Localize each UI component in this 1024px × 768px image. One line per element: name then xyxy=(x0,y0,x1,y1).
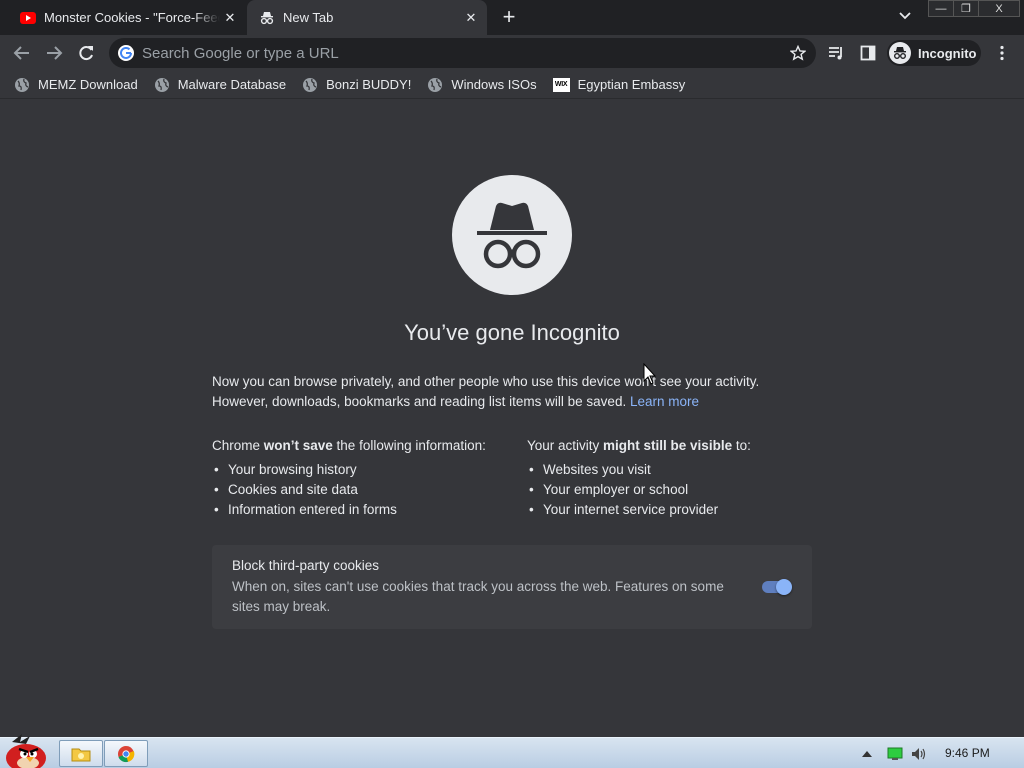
forward-button[interactable] xyxy=(41,40,67,66)
bookmark-label: MEMZ Download xyxy=(38,77,138,92)
side-panel-icon[interactable] xyxy=(857,42,879,64)
globe-icon xyxy=(15,77,29,92)
wont-save-column: Chrome won’t save the following informat… xyxy=(212,436,512,520)
wix-icon: WIX xyxy=(552,77,570,92)
still-visible-column: Your activity might still be visible to:… xyxy=(527,436,827,520)
bookmark-egyptian-embassy[interactable]: WIX Egyptian Embassy xyxy=(552,77,686,92)
bookmark-label: Windows ISOs xyxy=(451,77,537,92)
intro-line-1: Now you can browse privately, and other … xyxy=(212,374,760,389)
globe-icon xyxy=(154,77,169,92)
bookmark-windows-isos[interactable]: Windows ISOs xyxy=(427,77,537,93)
bookmark-malware-database[interactable]: Malware Database xyxy=(154,77,286,93)
menu-kebab-icon[interactable] xyxy=(991,42,1013,64)
incognito-new-tab-page: You’ve gone Incognito Now you can browse… xyxy=(0,100,1024,737)
tab-title: Monster Cookies - "Force-Feed xyxy=(44,10,220,25)
heading-part: Your activity xyxy=(527,438,604,453)
bookmark-bonzi-buddy[interactable]: Bonzi BUDDY! xyxy=(302,77,411,93)
taskbar-clock[interactable]: 9:46 PM xyxy=(945,746,990,760)
new-tab-button[interactable]: + xyxy=(498,6,520,28)
google-icon xyxy=(118,45,134,61)
bookmark-star-icon[interactable] xyxy=(784,39,812,67)
volume-icon[interactable] xyxy=(911,747,927,761)
profile-label: Incognito xyxy=(918,45,977,61)
forward-arrow-icon xyxy=(47,46,63,60)
list-item: Information entered in forms xyxy=(212,500,512,520)
cookie-card-title: Block third-party cookies xyxy=(232,558,380,573)
folder-icon xyxy=(71,748,91,761)
list-item: Cookies and site data xyxy=(212,480,512,500)
bookmark-label: Egyptian Embassy xyxy=(577,77,686,92)
bookmark-memz-download[interactable]: MEMZ Download xyxy=(14,77,138,93)
taskbar-chrome-button[interactable] xyxy=(104,740,148,767)
tab-title: New Tab xyxy=(283,10,334,25)
minimize-button[interactable]: — xyxy=(928,0,954,17)
third-party-cookies-card: Block third-party cookies When on, sites… xyxy=(212,545,812,629)
heading-part: Chrome xyxy=(212,438,264,453)
browser-toolbar: Incognito xyxy=(0,35,1024,71)
heading-bold: might still be visible xyxy=(603,438,733,453)
taskbar-explorer-button[interactable] xyxy=(59,740,103,767)
learn-more-link[interactable]: Learn more xyxy=(630,394,699,409)
still-visible-heading: Your activity might still be visible to: xyxy=(527,436,827,456)
heading-bold: won’t save xyxy=(263,438,333,453)
toggle-knob xyxy=(776,579,792,595)
mouse-cursor-icon xyxy=(643,363,657,385)
incognito-logo-icon xyxy=(452,175,572,295)
network-icon[interactable] xyxy=(887,747,903,761)
taskbar: 9:46 PM xyxy=(0,734,1024,768)
tab-new-tab[interactable]: New Tab ✕ xyxy=(247,0,487,35)
system-tray xyxy=(855,738,1024,768)
page-title: You’ve gone Incognito xyxy=(404,320,620,345)
list-item: Websites you visit xyxy=(527,460,827,480)
list-item: Your employer or school xyxy=(527,480,827,500)
reload-button[interactable] xyxy=(73,40,99,66)
tab-close-icon[interactable]: ✕ xyxy=(461,8,481,28)
list-item: Your browsing history xyxy=(212,460,512,480)
back-button[interactable] xyxy=(9,40,35,66)
maximize-button[interactable]: ❐ xyxy=(953,0,979,17)
cookie-card-description: When on, sites can't use cookies that tr… xyxy=(232,579,724,614)
intro-line-2-text: However, downloads, bookmarks and readin… xyxy=(212,394,627,409)
reload-icon xyxy=(79,46,93,61)
bookmark-label: Bonzi BUDDY! xyxy=(326,77,412,92)
profile-incognito-button[interactable]: Incognito xyxy=(887,40,981,66)
youtube-icon xyxy=(20,10,36,26)
bookmarks-bar: MEMZ Download Malware Database Bonzi BUD… xyxy=(0,71,1024,99)
tab-search-chevron-icon[interactable] xyxy=(895,8,915,28)
heading-part: to: xyxy=(732,438,751,453)
reading-list-icon[interactable] xyxy=(825,42,847,64)
incognito-avatar-icon xyxy=(889,42,911,64)
tab-close-icon[interactable]: ✕ xyxy=(220,8,240,28)
chrome-icon xyxy=(118,745,135,762)
block-cookies-toggle[interactable] xyxy=(760,578,792,596)
tray-expand-icon[interactable] xyxy=(861,749,873,759)
globe-icon xyxy=(428,77,443,92)
tab-strip: Monster Cookies - "Force-Feed ✕ New Tab … xyxy=(0,0,1024,35)
angry-bird-start-icon xyxy=(6,734,46,768)
intro-line-2: However, downloads, bookmarks and readin… xyxy=(212,392,812,412)
omnibox[interactable] xyxy=(109,38,816,68)
bookmark-label: Malware Database xyxy=(177,77,287,92)
start-button[interactable] xyxy=(2,732,50,768)
globe-icon xyxy=(303,77,318,92)
heading-part: the following information: xyxy=(332,438,486,453)
tab-monster-cookies[interactable]: Monster Cookies - "Force-Feed ✕ xyxy=(8,0,246,35)
incognito-intro: Now you can browse privately, and other … xyxy=(212,372,812,412)
incognito-icon xyxy=(259,10,275,26)
address-input[interactable] xyxy=(142,44,784,62)
list-item: Your internet service provider xyxy=(527,500,827,520)
close-window-button[interactable]: X xyxy=(978,0,1020,17)
back-arrow-icon xyxy=(13,46,29,60)
wont-save-heading: Chrome won’t save the following informat… xyxy=(212,436,512,456)
